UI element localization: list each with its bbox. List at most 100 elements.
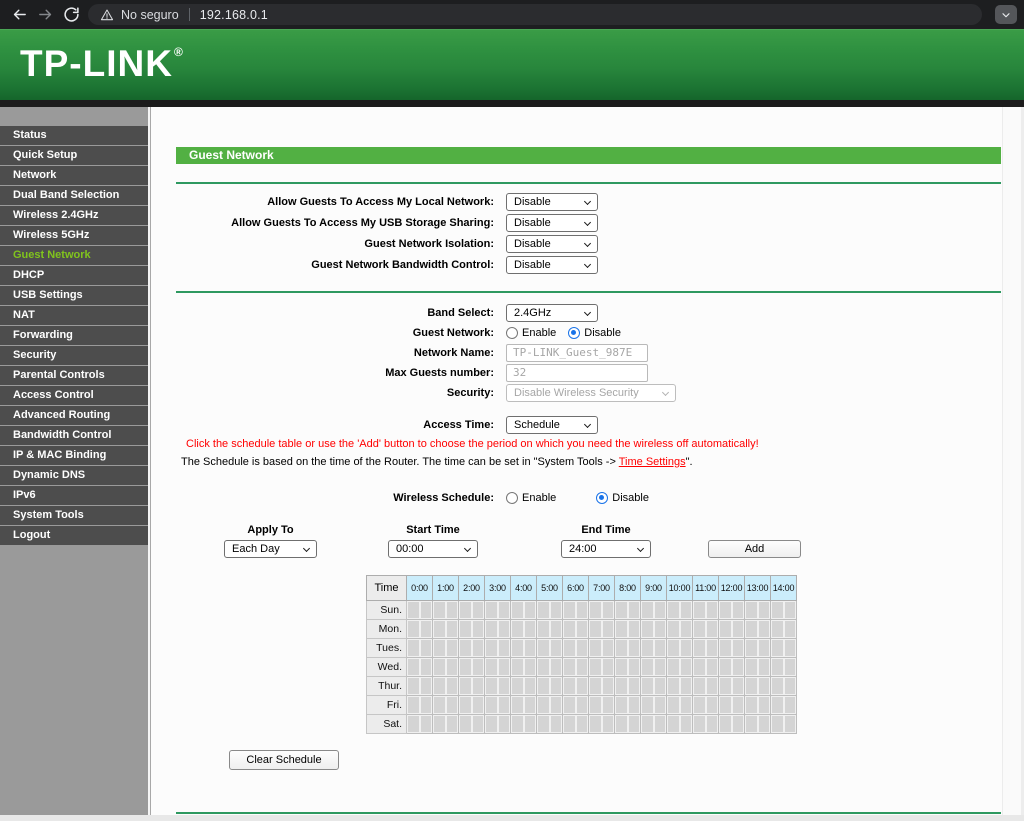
schedule-slot[interactable] xyxy=(681,659,692,675)
schedule-slot[interactable] xyxy=(408,678,419,694)
schedule-slot[interactable] xyxy=(642,640,653,656)
schedule-slot[interactable] xyxy=(720,621,731,637)
schedule-slot[interactable] xyxy=(473,716,484,732)
schedule-slot[interactable] xyxy=(408,716,419,732)
sidebar-item-logout[interactable]: Logout xyxy=(0,526,148,545)
schedule-slot[interactable] xyxy=(785,697,796,713)
schedule-slot[interactable] xyxy=(590,697,601,713)
schedule-slot[interactable] xyxy=(707,678,718,694)
schedule-slot[interactable] xyxy=(681,678,692,694)
schedule-slot[interactable] xyxy=(473,678,484,694)
schedule-slot[interactable] xyxy=(473,697,484,713)
schedule-slot[interactable] xyxy=(668,602,679,618)
schedule-slot[interactable] xyxy=(642,678,653,694)
schedule-slot[interactable] xyxy=(564,659,575,675)
schedule-slot[interactable] xyxy=(785,621,796,637)
schedule-slot[interactable] xyxy=(629,678,640,694)
sidebar-item-forwarding[interactable]: Forwarding xyxy=(0,326,148,345)
schedule-slot[interactable] xyxy=(447,602,458,618)
schedule-slot[interactable] xyxy=(525,621,536,637)
access-time-select[interactable]: Schedule xyxy=(506,416,598,434)
schedule-slot[interactable] xyxy=(525,697,536,713)
schedule-slot[interactable] xyxy=(720,640,731,656)
schedule-slot[interactable] xyxy=(772,697,783,713)
browser-chevron-button[interactable] xyxy=(995,5,1017,24)
schedule-slot[interactable] xyxy=(668,697,679,713)
schedule-slot[interactable] xyxy=(694,659,705,675)
usb-storage-access-select[interactable]: Disable xyxy=(506,214,598,232)
schedule-slot[interactable] xyxy=(590,659,601,675)
schedule-slot[interactable] xyxy=(629,640,640,656)
schedule-slot[interactable] xyxy=(616,697,627,713)
schedule-slot[interactable] xyxy=(408,602,419,618)
schedule-slot[interactable] xyxy=(720,716,731,732)
schedule-slot[interactable] xyxy=(629,602,640,618)
schedule-slot[interactable] xyxy=(655,678,666,694)
schedule-slot[interactable] xyxy=(785,640,796,656)
sidebar-item-ipv6[interactable]: IPv6 xyxy=(0,486,148,505)
schedule-slot[interactable] xyxy=(577,697,588,713)
schedule-slot[interactable] xyxy=(525,602,536,618)
sidebar-item-bandwidth-control[interactable]: Bandwidth Control xyxy=(0,426,148,445)
schedule-slot[interactable] xyxy=(434,678,445,694)
schedule-slot[interactable] xyxy=(681,621,692,637)
schedule-slot[interactable] xyxy=(642,659,653,675)
schedule-slot[interactable] xyxy=(668,640,679,656)
schedule-slot[interactable] xyxy=(772,659,783,675)
schedule-slot[interactable] xyxy=(590,678,601,694)
schedule-slot[interactable] xyxy=(733,602,744,618)
schedule-slot[interactable] xyxy=(733,697,744,713)
schedule-slot[interactable] xyxy=(421,621,432,637)
schedule-slot[interactable] xyxy=(460,678,471,694)
schedule-slot[interactable] xyxy=(759,678,770,694)
schedule-slot[interactable] xyxy=(590,602,601,618)
schedule-slot[interactable] xyxy=(577,621,588,637)
schedule-slot[interactable] xyxy=(707,697,718,713)
schedule-slot[interactable] xyxy=(473,621,484,637)
schedule-slot[interactable] xyxy=(551,621,562,637)
security-select[interactable]: Disable Wireless Security xyxy=(506,384,676,402)
schedule-slot[interactable] xyxy=(590,640,601,656)
guest-network-isolation-select[interactable]: Disable xyxy=(506,235,598,253)
schedule-slot[interactable] xyxy=(668,716,679,732)
sidebar-item-quick-setup[interactable]: Quick Setup xyxy=(0,146,148,165)
schedule-slot[interactable] xyxy=(772,621,783,637)
schedule-slot[interactable] xyxy=(668,678,679,694)
schedule-slot[interactable] xyxy=(746,659,757,675)
schedule-slot[interactable] xyxy=(681,716,692,732)
schedule-slot[interactable] xyxy=(538,697,549,713)
schedule-slot[interactable] xyxy=(733,640,744,656)
schedule-slot[interactable] xyxy=(759,640,770,656)
schedule-slot[interactable] xyxy=(694,678,705,694)
schedule-slot[interactable] xyxy=(733,678,744,694)
schedule-slot[interactable] xyxy=(759,602,770,618)
schedule-slot[interactable] xyxy=(629,621,640,637)
schedule-slot[interactable] xyxy=(408,640,419,656)
schedule-slot[interactable] xyxy=(564,678,575,694)
schedule-slot[interactable] xyxy=(512,640,523,656)
schedule-slot[interactable] xyxy=(512,621,523,637)
schedule-slot[interactable] xyxy=(707,659,718,675)
schedule-slot[interactable] xyxy=(746,602,757,618)
schedule-slot[interactable] xyxy=(772,640,783,656)
schedule-slot[interactable] xyxy=(499,621,510,637)
schedule-slot[interactable] xyxy=(733,659,744,675)
schedule-slot[interactable] xyxy=(629,697,640,713)
schedule-slot[interactable] xyxy=(486,602,497,618)
schedule-slot[interactable] xyxy=(603,678,614,694)
max-guests-input[interactable]: 32 xyxy=(506,364,648,382)
add-button[interactable]: Add xyxy=(708,540,801,558)
schedule-slot[interactable] xyxy=(681,640,692,656)
wireless-schedule-disable-radio[interactable] xyxy=(596,492,608,504)
schedule-slot[interactable] xyxy=(707,640,718,656)
sidebar-item-wireless-2-4ghz[interactable]: Wireless 2.4GHz xyxy=(0,206,148,225)
schedule-slot[interactable] xyxy=(733,716,744,732)
schedule-slot[interactable] xyxy=(447,697,458,713)
schedule-slot[interactable] xyxy=(499,659,510,675)
sidebar-item-ip-mac-binding[interactable]: IP & MAC Binding xyxy=(0,446,148,465)
sidebar-item-nat[interactable]: NAT xyxy=(0,306,148,325)
schedule-slot[interactable] xyxy=(486,678,497,694)
schedule-slot[interactable] xyxy=(616,602,627,618)
schedule-slot[interactable] xyxy=(551,678,562,694)
schedule-slot[interactable] xyxy=(720,659,731,675)
